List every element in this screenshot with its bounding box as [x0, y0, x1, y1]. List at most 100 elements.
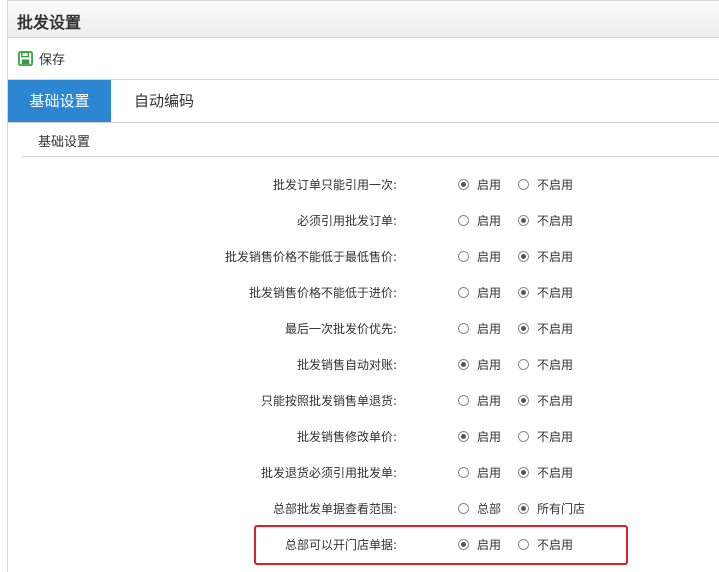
- setting-label: 总部批发单据查看范围:: [272, 502, 397, 516]
- option-label: 启用: [477, 249, 502, 264]
- title-bar: 批发设置: [7, 0, 719, 38]
- radio-icon[interactable]: [518, 502, 529, 514]
- setting-option-radio[interactable]: 不启用: [518, 318, 573, 338]
- option-label: 启用: [477, 285, 502, 300]
- radio-icon[interactable]: [458, 214, 469, 226]
- toolbar: 保存: [7, 38, 719, 80]
- setting-label: 批发销售修改单价:: [296, 430, 397, 444]
- setting-option-radio[interactable]: 不启用: [518, 282, 573, 302]
- setting-option-radio[interactable]: 启用: [458, 534, 501, 554]
- option-label: 启用: [477, 429, 502, 444]
- radio-icon[interactable]: [458, 178, 469, 190]
- section-header: 基础设置: [22, 123, 719, 157]
- app-frame: 批发设置 保存 基础设置 自动编码 基础设置 批发订单只能引用一次: 启用 不启用必…: [7, 0, 719, 572]
- setting-option-radio[interactable]: 不启用: [518, 426, 573, 446]
- radio-icon[interactable]: [458, 358, 469, 370]
- radio-icon[interactable]: [518, 538, 529, 550]
- page-title: 批发设置: [17, 13, 82, 32]
- setting-row: 批发销售修改单价: 启用 不启用: [8, 426, 719, 446]
- option-label: 不启用: [537, 249, 574, 264]
- setting-option-radio[interactable]: 启用: [458, 210, 501, 230]
- option-label: 启用: [477, 177, 502, 192]
- setting-option-radio[interactable]: 启用: [458, 426, 501, 446]
- option-label: 启用: [477, 537, 502, 552]
- setting-option-radio[interactable]: 不启用: [518, 210, 573, 230]
- radio-icon[interactable]: [518, 214, 529, 226]
- option-label: 不启用: [537, 321, 574, 336]
- radio-icon[interactable]: [518, 394, 529, 406]
- radio-icon[interactable]: [518, 466, 529, 478]
- setting-option-radio[interactable]: 启用: [458, 390, 501, 410]
- tab-basic-settings[interactable]: 基础设置: [8, 80, 111, 122]
- option-label: 不启用: [537, 177, 574, 192]
- tab-auto-coding[interactable]: 自动编码: [112, 80, 216, 122]
- radio-icon[interactable]: [458, 466, 469, 478]
- radio-icon[interactable]: [458, 502, 469, 514]
- option-label: 不启用: [537, 465, 574, 480]
- setting-row: 批发销售价格不能低于最低售价: 启用 不启用: [8, 246, 719, 266]
- setting-row: 批发销售价格不能低于进价: 启用 不启用: [8, 282, 719, 302]
- radio-icon[interactable]: [458, 394, 469, 406]
- save-icon: [18, 50, 33, 66]
- option-label: 不启用: [537, 213, 574, 228]
- radio-icon[interactable]: [458, 322, 469, 334]
- radio-icon[interactable]: [458, 250, 469, 262]
- setting-row: 总部可以开门店单据: 启用 不启用: [8, 534, 719, 554]
- setting-option-radio[interactable]: 不启用: [518, 354, 573, 374]
- setting-option-radio[interactable]: 总部: [458, 498, 501, 518]
- setting-row: 批发订单只能引用一次: 启用 不启用: [8, 174, 719, 194]
- setting-option-radio[interactable]: 启用: [458, 282, 501, 302]
- radio-icon[interactable]: [458, 430, 469, 442]
- radio-icon[interactable]: [458, 286, 469, 298]
- option-label: 总部: [477, 501, 502, 516]
- setting-option-radio[interactable]: 不启用: [518, 390, 573, 410]
- setting-option-radio[interactable]: 启用: [458, 354, 501, 374]
- setting-option-radio[interactable]: 不启用: [518, 174, 573, 194]
- setting-row: 只能按照批发销售单退货: 启用 不启用: [8, 390, 719, 410]
- radio-icon[interactable]: [458, 538, 469, 550]
- option-label: 启用: [477, 465, 502, 480]
- radio-icon[interactable]: [518, 358, 529, 370]
- setting-option-radio[interactable]: 启用: [458, 246, 501, 266]
- radio-icon[interactable]: [518, 322, 529, 334]
- setting-label: 最后一次批发价优先:: [284, 322, 397, 336]
- settings-panel: 基础设置 批发订单只能引用一次: 启用 不启用 必须引用批发订单: 启用 不启用 批发销售价…: [7, 123, 719, 572]
- option-label: 所有门店: [537, 501, 586, 516]
- option-label: 不启用: [537, 429, 574, 444]
- setting-label: 只能按照批发销售单退货:: [260, 394, 397, 408]
- setting-row: 批发销售自动对账: 启用 不启用: [8, 354, 719, 374]
- setting-option-radio[interactable]: 启用: [458, 462, 501, 482]
- setting-row: 批发退货必须引用批发单: 启用 不启用: [8, 462, 719, 482]
- setting-row: 最后一次批发价优先: 启用 不启用: [8, 318, 719, 338]
- setting-row: 总部批发单据查看范围: 总部 所有门店: [8, 498, 719, 518]
- setting-label: 批发订单只能引用一次:: [272, 178, 397, 192]
- option-label: 不启用: [537, 357, 574, 372]
- setting-label: 批发退货必须引用批发单:: [260, 466, 397, 480]
- radio-icon[interactable]: [518, 250, 529, 262]
- setting-option-radio[interactable]: 不启用: [518, 246, 573, 266]
- option-label: 不启用: [537, 537, 574, 552]
- setting-option-radio[interactable]: 启用: [458, 174, 501, 194]
- setting-label: 总部可以开门店单据:: [284, 538, 397, 552]
- setting-option-radio[interactable]: 不启用: [518, 462, 573, 482]
- setting-row: 必须引用批发订单: 启用 不启用: [8, 210, 719, 230]
- radio-icon[interactable]: [518, 286, 529, 298]
- option-label: 启用: [477, 393, 502, 408]
- save-button-label: 保存: [39, 52, 66, 68]
- save-button[interactable]: 保存: [18, 48, 65, 68]
- setting-option-radio[interactable]: 启用: [458, 318, 501, 338]
- setting-label: 批发销售价格不能低于进价:: [248, 286, 397, 300]
- option-label: 启用: [477, 321, 502, 336]
- radio-icon[interactable]: [518, 430, 529, 442]
- option-label: 不启用: [537, 393, 574, 408]
- radio-icon[interactable]: [518, 178, 529, 190]
- setting-label: 批发销售价格不能低于最低售价:: [224, 250, 397, 264]
- tab-bar: 基础设置 自动编码: [7, 80, 719, 123]
- setting-option-radio[interactable]: 不启用: [518, 534, 573, 554]
- setting-label: 批发销售自动对账:: [296, 358, 397, 372]
- option-label: 启用: [477, 213, 502, 228]
- option-label: 不启用: [537, 285, 574, 300]
- setting-option-radio[interactable]: 所有门店: [518, 498, 585, 518]
- setting-label: 必须引用批发订单:: [296, 214, 397, 228]
- section-title: 基础设置: [38, 135, 91, 150]
